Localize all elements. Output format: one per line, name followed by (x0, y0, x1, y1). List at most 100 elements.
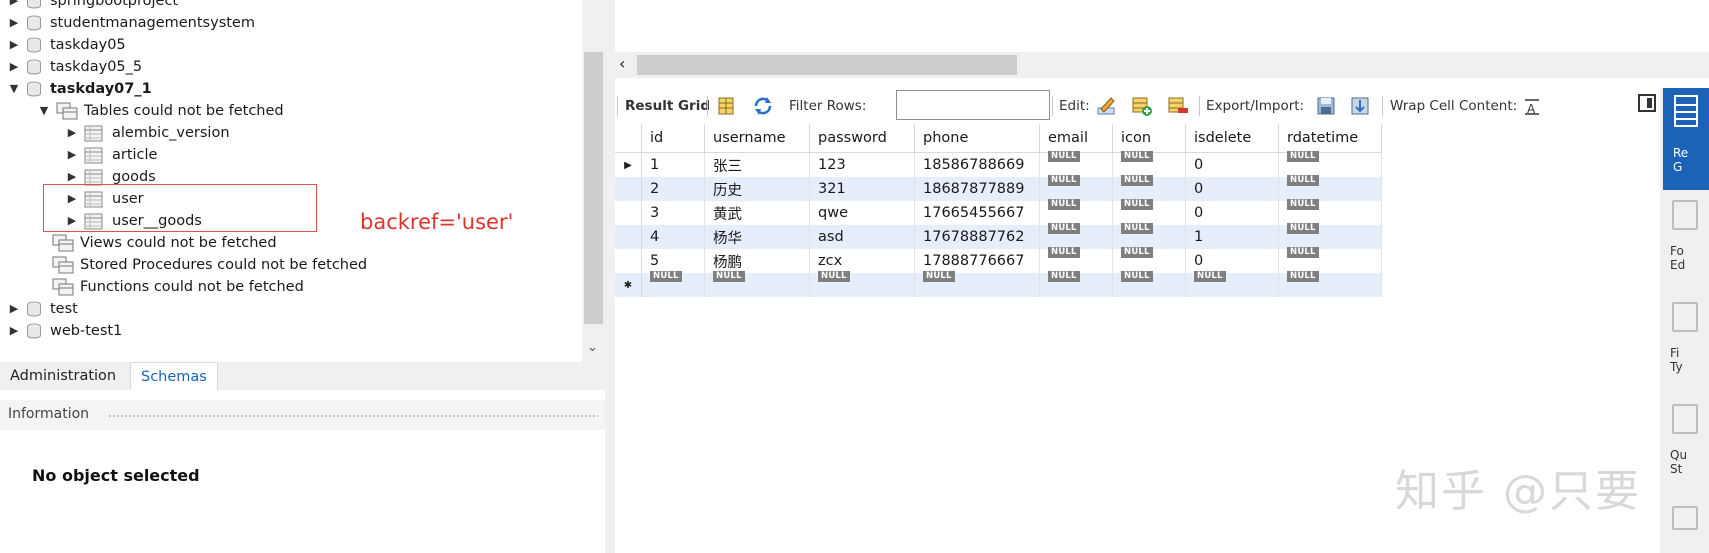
row-indicator[interactable] (615, 249, 642, 273)
grid-cell[interactable]: NULL (1278, 223, 1382, 249)
grid-cell[interactable]: 1 (641, 152, 705, 177)
grid-cell[interactable]: 0 (1185, 152, 1279, 177)
grid-cell[interactable]: 18687877889 (914, 177, 1040, 201)
table-row[interactable]: 4 杨华 asd 17678887762 NULL NULL 1 NULL (615, 223, 1382, 249)
grid-cell[interactable]: NULL (704, 271, 810, 297)
table-row[interactable]: 2 历史 321 18687877889 NULL NULL 0 NULL (615, 175, 1382, 201)
tree-item-schema[interactable]: ▼ taskday07_1 (8, 78, 152, 100)
edit-pencil-icon[interactable] (1095, 95, 1117, 117)
tree-item-group[interactable]: Stored Procedures could not be fetched (52, 254, 367, 276)
editor-horizontal-scrollbar[interactable]: ‹ (615, 52, 1709, 78)
side-panel-label[interactable]: Qu St (1670, 448, 1687, 476)
row-indicator[interactable] (615, 177, 642, 201)
grid-cell[interactable]: 17665455667 (914, 201, 1040, 225)
wrap-text-icon[interactable]: A (1521, 95, 1543, 117)
expand-arrow-right-icon[interactable]: ▶ (66, 144, 78, 166)
tree-vertical-scrollbar[interactable]: ⌄ (582, 0, 605, 362)
delete-row-icon[interactable] (1167, 95, 1189, 117)
current-row-arrow-icon[interactable]: ▶ (615, 152, 642, 177)
grid-cell[interactable]: 17888776667 (914, 249, 1040, 273)
grid-cell[interactable]: 0 (1185, 249, 1279, 273)
grid-cell[interactable]: NULL (1039, 151, 1113, 177)
column-header[interactable]: username (704, 124, 810, 153)
grid-cell[interactable]: 5 (641, 249, 705, 273)
chevron-left-icon[interactable]: ‹ (619, 54, 625, 73)
grid-cell[interactable]: 杨华 (704, 225, 810, 249)
column-header[interactable]: email (1039, 124, 1113, 153)
tree-item-schema[interactable]: ▶ taskday05_5 (8, 56, 142, 78)
query-stats-icon[interactable] (1672, 404, 1698, 434)
expand-arrow-right-icon[interactable]: ▶ (8, 12, 20, 34)
grid-cell[interactable]: 18586788669 (914, 152, 1040, 177)
table-row[interactable]: 5 杨鹏 zcx 17888776667 NULL NULL 0 NULL (615, 247, 1382, 273)
tab-schemas[interactable]: Schemas (130, 362, 218, 390)
grid-cell[interactable]: NULL (1278, 247, 1382, 273)
tree-item-table[interactable]: ▶ article (66, 144, 157, 166)
tree-item-group[interactable]: Functions could not be fetched (52, 276, 304, 298)
grid-cell[interactable]: 黄武 (704, 201, 810, 225)
column-header[interactable]: isdelete (1185, 124, 1279, 153)
column-header[interactable]: id (641, 124, 705, 153)
expand-arrow-right-icon[interactable]: ▶ (8, 298, 20, 320)
grid-cell[interactable]: asd (809, 225, 915, 249)
grid-cell[interactable]: 4 (641, 225, 705, 249)
execution-plan-icon[interactable] (1672, 506, 1698, 530)
tree-item-schema[interactable]: ▶ test (8, 298, 78, 320)
refresh-icon[interactable] (752, 95, 774, 117)
scrollbar-thumb[interactable] (584, 52, 603, 324)
add-row-icon[interactable] (1131, 95, 1153, 117)
grid-cell[interactable]: NULL (1278, 175, 1382, 201)
grid-cell[interactable]: 2 (641, 177, 705, 201)
table-row[interactable]: 3 黄武 qwe 17665455667 NULL NULL 0 NULL (615, 199, 1382, 225)
grid-cell[interactable]: NULL (1112, 175, 1186, 201)
grid-cell[interactable]: 321 (809, 177, 915, 201)
tree-item-group[interactable]: Views could not be fetched (52, 232, 277, 254)
table-row[interactable]: ▶ 1 张三 123 18586788669 NULL NULL 0 NULL (615, 151, 1382, 177)
grid-cell[interactable]: NULL (1278, 151, 1382, 177)
side-panel-result-grid[interactable]: Re G (1663, 88, 1709, 190)
grid-cell[interactable]: NULL (641, 271, 705, 297)
column-header[interactable]: phone (914, 124, 1040, 153)
export-icon[interactable] (1315, 95, 1337, 117)
column-header[interactable]: icon (1112, 124, 1186, 153)
filter-rows-input[interactable] (896, 90, 1050, 120)
grid-cell[interactable]: 0 (1185, 201, 1279, 225)
tree-item-schema[interactable]: ▶ web-test1 (8, 320, 123, 342)
grid-cell[interactable]: 杨鹏 (704, 249, 810, 273)
expand-arrow-right-icon[interactable]: ▶ (66, 122, 78, 144)
form-editor-icon[interactable] (1672, 200, 1698, 230)
expand-arrow-right-icon[interactable]: ▶ (8, 0, 20, 12)
grid-cell[interactable]: NULL (1278, 199, 1382, 225)
row-indicator[interactable] (615, 225, 642, 249)
grid-cell[interactable]: NULL (1039, 175, 1113, 201)
grid-cell[interactable]: zcx (809, 249, 915, 273)
tree-item-table[interactable]: ▶ alembic_version (66, 122, 230, 144)
grid-cell[interactable]: NULL (1039, 223, 1113, 249)
new-row[interactable]: ✱ NULL NULL NULL NULL NULL NULL NULL NULL (615, 271, 1382, 297)
grid-cell[interactable]: 历史 (704, 177, 810, 201)
column-header[interactable]: rdatetime (1278, 124, 1382, 153)
field-types-icon[interactable] (1672, 302, 1698, 332)
grid-cell[interactable]: NULL (1112, 247, 1186, 273)
grid-cell[interactable]: 3 (641, 201, 705, 225)
chevron-down-icon[interactable]: ⌄ (587, 340, 598, 355)
grid-cell[interactable]: NULL (1112, 271, 1186, 297)
grid-cell[interactable]: 123 (809, 152, 915, 177)
grid-cell[interactable]: 0 (1185, 177, 1279, 201)
expand-arrow-right-icon[interactable]: ▶ (8, 320, 20, 342)
grid-cell[interactable]: NULL (1112, 151, 1186, 177)
grid-cell[interactable]: NULL (1278, 271, 1382, 297)
grid-cell[interactable]: NULL (1039, 271, 1113, 297)
grid-cell[interactable]: NULL (914, 271, 1040, 297)
side-panel-label[interactable]: Fo Ed (1670, 244, 1685, 272)
row-indicator[interactable] (615, 201, 642, 225)
scrollbar-thumb[interactable] (637, 55, 1017, 75)
tab-administration[interactable]: Administration (0, 362, 127, 390)
grid-layout-icon[interactable] (715, 95, 737, 117)
expand-arrow-down-icon[interactable]: ▼ (38, 100, 50, 122)
panel-splitter[interactable] (605, 0, 615, 553)
expand-arrow-right-icon[interactable]: ▶ (8, 34, 20, 56)
column-header[interactable]: password (809, 124, 915, 153)
grid-cell[interactable]: NULL (809, 271, 915, 297)
grid-cell[interactable]: NULL (1185, 271, 1279, 297)
